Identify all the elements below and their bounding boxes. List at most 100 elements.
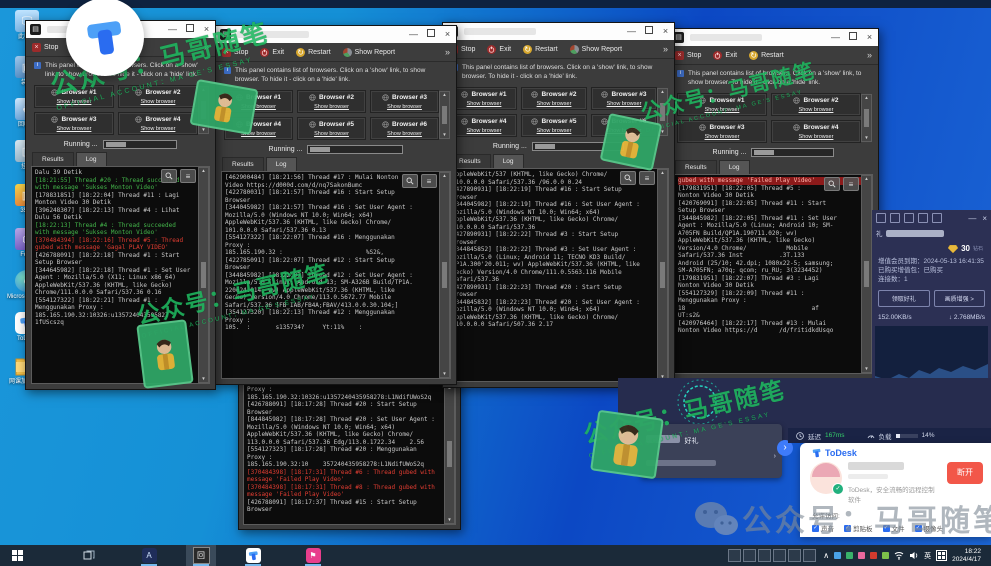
scroll-up-icon[interactable]: ▲	[442, 173, 446, 179]
log-scrollbar[interactable]: ▲▼	[444, 384, 455, 524]
tray-expand-icon[interactable]: ∧	[823, 551, 829, 560]
toolbar-overflow-chevron[interactable]: »	[867, 50, 872, 60]
tab-results[interactable]: Results	[675, 160, 717, 174]
minimize-button[interactable]: —	[623, 24, 640, 39]
log-scrollbar[interactable]: ▲▼	[861, 175, 872, 373]
taskbar-app-bot[interactable]: 回	[186, 545, 216, 566]
log-search-button[interactable]	[824, 177, 840, 191]
log-search-button[interactable]	[620, 171, 636, 185]
tab-log[interactable]: Log	[493, 154, 524, 168]
show-browser-link[interactable]: Show browser	[775, 134, 857, 140]
log-area[interactable]: Proxy :185.165.190.32:10326:u13572404359…	[243, 383, 456, 525]
log-menu-button[interactable]: ≡	[843, 177, 859, 191]
scroll-down-icon[interactable]: ▼	[442, 132, 446, 138]
tab-log[interactable]: Log	[76, 152, 107, 166]
window-titlebar[interactable]: ▤—×	[669, 29, 878, 46]
exit-button[interactable]: Exit	[487, 45, 511, 54]
disconnect-button[interactable]: 断开	[947, 462, 983, 484]
log-menu-button[interactable]: ≡	[421, 174, 437, 188]
taskview-button[interactable]	[74, 545, 104, 566]
tab-log[interactable]: Log	[266, 157, 297, 171]
exit-button[interactable]: Exit	[713, 51, 737, 60]
tray-icon-red[interactable]	[870, 552, 877, 559]
scroll-down-icon[interactable]: ▼	[442, 371, 446, 377]
scroll-down-icon[interactable]: ▼	[864, 135, 868, 141]
show-browser-link[interactable]: Show browser	[455, 101, 513, 107]
scroll-down-icon[interactable]: ▼	[864, 366, 868, 372]
stop-button[interactable]: ×Stop	[222, 48, 248, 57]
show-browser-link[interactable]: Show browser	[122, 126, 194, 132]
checkbox-checked-icon[interactable]: ✓	[844, 525, 851, 532]
toolbar-overflow-chevron[interactable]: »	[663, 44, 668, 54]
scroll-up-icon[interactable]: ▲	[864, 176, 868, 182]
panel-close-icon[interactable]: ×	[982, 214, 987, 223]
maximize-button[interactable]	[844, 30, 861, 45]
show-browser-link[interactable]: Show browser	[374, 104, 435, 110]
maximize-button[interactable]	[181, 22, 198, 37]
show-browser-link[interactable]: Show browser	[595, 101, 653, 107]
checkbox-checked-icon[interactable]: ✓	[883, 525, 890, 532]
side-panel-button[interactable]: 画质增强 >	[934, 290, 986, 307]
taskbar-window-button[interactable]	[773, 549, 786, 562]
panel-tool-icon[interactable]	[932, 213, 942, 223]
toolbar-overflow-chevron[interactable]: »	[204, 42, 209, 52]
volume-icon[interactable]	[909, 551, 919, 560]
checkbox-checked-icon[interactable]: ✓	[915, 525, 922, 532]
close-button[interactable]: ×	[198, 22, 215, 37]
maximize-button[interactable]	[640, 24, 657, 39]
show-browser-link[interactable]: Show browser	[122, 99, 194, 105]
side-panel-button[interactable]: 领取好礼	[878, 290, 930, 307]
scroll-down-icon[interactable]: ▼	[201, 127, 205, 133]
taskbar-app-pink[interactable]: ⚑	[298, 545, 328, 566]
scroll-up-icon[interactable]: ▲	[201, 168, 205, 174]
show-browser-link[interactable]: Show browser	[38, 99, 110, 105]
todesk-floating-ball[interactable]	[66, 0, 144, 76]
panel-minimize-icon[interactable]: —	[968, 214, 976, 223]
system-clock[interactable]: 18:22 2024/4/17	[952, 548, 987, 564]
start-button[interactable]	[0, 545, 34, 566]
panel-tool-icon[interactable]	[918, 213, 928, 223]
tab-results[interactable]: Results	[32, 152, 74, 166]
panel-tool-icon[interactable]	[890, 213, 900, 223]
show-browser-link[interactable]: Show browser	[525, 101, 583, 107]
close-button[interactable]: ×	[657, 24, 674, 39]
scroll-down-icon[interactable]: ▼	[201, 376, 205, 382]
stop-button[interactable]: ×Stop	[32, 43, 58, 52]
taskbar-app-a[interactable]: A	[134, 545, 164, 566]
log-scrollbar[interactable]: ▲▼	[198, 167, 209, 383]
show-browser-link[interactable]: Show browser	[301, 104, 362, 110]
network-icon[interactable]	[894, 551, 904, 560]
taskbar-todesk[interactable]	[238, 545, 268, 566]
scroll-down-icon[interactable]: ▼	[447, 517, 451, 523]
grid-scrollbar[interactable]: ▲▼	[861, 94, 872, 142]
report-button[interactable]: Show Report	[570, 45, 622, 54]
toolbar-overflow-chevron[interactable]: »	[445, 47, 450, 57]
show-browser-link[interactable]: Show browser	[301, 131, 362, 137]
taskbar-window-button[interactable]	[758, 549, 771, 562]
maximize-button[interactable]	[422, 27, 439, 42]
show-browser-link[interactable]: Show browser	[38, 126, 110, 132]
log-menu-button[interactable]: ≡	[180, 169, 196, 183]
taskbar-window-button[interactable]	[788, 549, 801, 562]
log-area[interactable]: AppleWebKit/537 (KHTML, like Gecko) Chro…	[448, 168, 669, 382]
scroll-up-icon[interactable]: ▲	[442, 92, 446, 98]
restart-button[interactable]: ↻Restart	[749, 51, 784, 60]
log-menu-button[interactable]: ≡	[639, 171, 655, 185]
window-titlebar[interactable]: ▤—×	[216, 26, 456, 43]
exit-button[interactable]: Exit	[260, 48, 284, 57]
taskbar-window-button[interactable]	[728, 549, 741, 562]
close-button[interactable]: ×	[439, 27, 456, 42]
touch-keyboard-icon[interactable]	[936, 550, 947, 561]
panel-tool-icon[interactable]	[904, 213, 914, 223]
taskbar-window-button[interactable]	[743, 549, 756, 562]
tab-results[interactable]: Results	[222, 157, 264, 171]
show-browser-link[interactable]: Show browser	[681, 107, 763, 113]
tray-icon-pink[interactable]	[858, 552, 865, 559]
minimize-button[interactable]: —	[405, 27, 422, 42]
show-browser-link[interactable]: Show browser	[525, 128, 583, 134]
log-area[interactable]: gubed with message 'Failed Play Video'[1…	[674, 174, 873, 374]
window-titlebar[interactable]: ▤—×	[443, 23, 674, 40]
restart-button[interactable]: ↻Restart	[523, 45, 558, 54]
log-scrollbar[interactable]: ▲▼	[439, 172, 450, 378]
tray-icon-lime[interactable]	[882, 552, 889, 559]
